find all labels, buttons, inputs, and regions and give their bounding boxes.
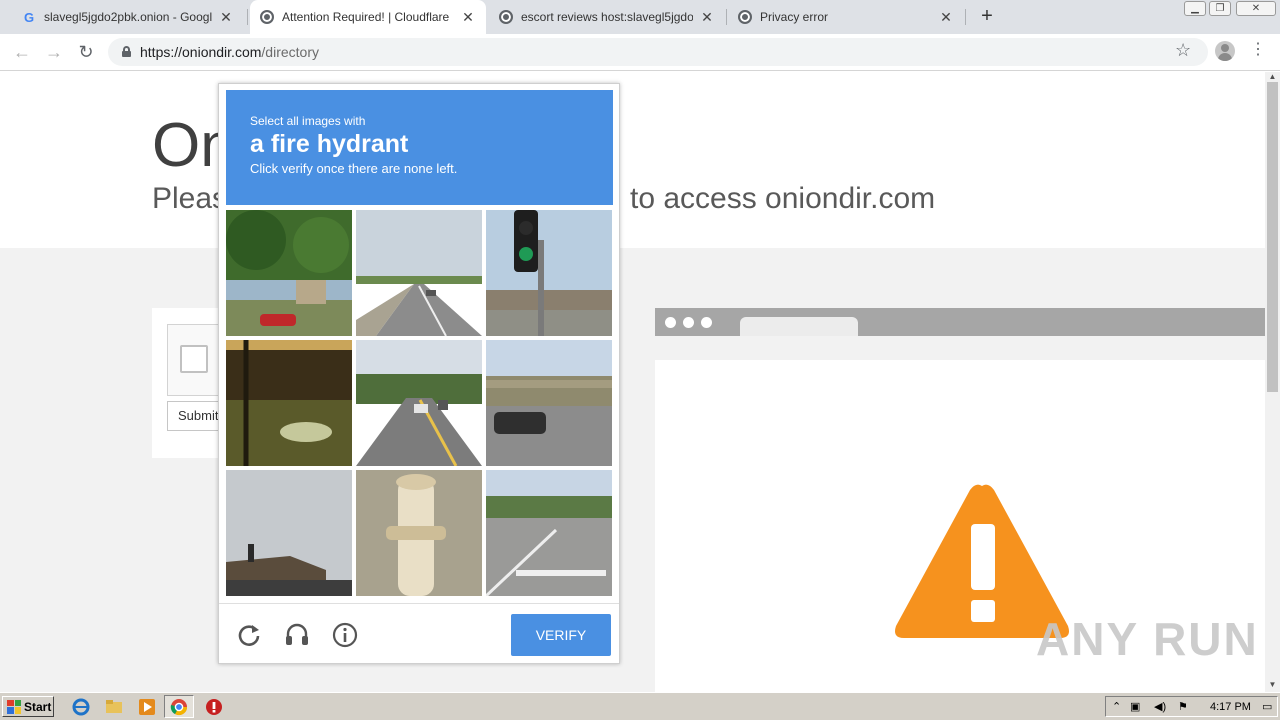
- chrome-taskbar-button[interactable]: [164, 695, 194, 718]
- volume-icon[interactable]: ◀): [1154, 700, 1166, 713]
- tab-privacy-error[interactable]: Privacy error ✕: [728, 0, 964, 34]
- tab-divider: [247, 9, 248, 25]
- show-desktop-icon[interactable]: ▭: [1262, 700, 1272, 713]
- tab-escort-reviews[interactable]: escort reviews host:slavegl5jgdo2pb ✕: [489, 0, 725, 34]
- globe-icon: [260, 10, 274, 24]
- verify-button[interactable]: VERIFY: [511, 614, 611, 656]
- tab-google-search[interactable]: G slavegl5jgdo2pbk.onion - Google Sea ✕: [12, 0, 244, 34]
- image-tile[interactable]: [226, 470, 352, 596]
- anyrun-watermark: ANY RUN: [1036, 613, 1259, 665]
- menu-kebab-icon[interactable]: ⋮: [1250, 42, 1266, 58]
- bookmark-star-icon[interactable]: ☆: [1175, 40, 1191, 61]
- subtitle-right: to access oniondir.com: [630, 182, 936, 215]
- illustration-dot: [683, 317, 694, 328]
- scroll-down-icon[interactable]: ▼: [1265, 680, 1280, 690]
- back-arrow-icon[interactable]: ←: [10, 40, 34, 64]
- system-tray: ⌃ ▣ ◀) ⚑ 4:17 PM ▭: [1105, 696, 1278, 717]
- browser-toolbar: ← → ↻ https://oniondir.com/directory: [0, 34, 1280, 71]
- globe-icon: [738, 10, 752, 24]
- media-player-icon[interactable]: [138, 698, 156, 716]
- tab-strip: G slavegl5jgdo2pbk.onion - Google Sea ✕ …: [0, 0, 1280, 34]
- info-icon[interactable]: [332, 622, 358, 648]
- close-icon[interactable]: ✕: [938, 9, 954, 26]
- flag-icon[interactable]: ⚑: [1178, 700, 1188, 713]
- challenge-instruction: Click verify once there are none left.: [250, 161, 458, 176]
- windows-logo-icon: [7, 699, 21, 714]
- close-icon[interactable]: ✕: [699, 9, 715, 26]
- image-tile[interactable]: [356, 210, 482, 336]
- url-host: https://oniondir.com: [140, 44, 262, 60]
- vertical-scrollbar[interactable]: ▲ ▼: [1265, 72, 1280, 692]
- file-explorer-icon[interactable]: [105, 698, 123, 716]
- url-path: /directory: [261, 44, 319, 60]
- clock: 4:17 PM: [1210, 701, 1251, 713]
- image-tile[interactable]: [486, 470, 612, 596]
- challenge-intro: Select all images with: [250, 114, 366, 128]
- illustration-dot: [701, 317, 712, 328]
- scroll-up-icon[interactable]: ▲: [1265, 72, 1280, 82]
- reload-icon[interactable]: ↻: [74, 40, 98, 64]
- profile-avatar-icon[interactable]: [1215, 41, 1235, 61]
- image-tile[interactable]: [226, 340, 352, 466]
- page-content: On Pleas to access oniondir.com Submit A…: [0, 72, 1265, 692]
- window-close-button[interactable]: ✕: [1236, 1, 1276, 16]
- page-header: On Pleas to access oniondir.com: [0, 72, 1265, 248]
- tab-title: escort reviews host:slavegl5jgdo2pb: [521, 10, 693, 24]
- url-text[interactable]: https://oniondir.com/directory: [140, 44, 319, 60]
- illustration-tab: [740, 317, 858, 336]
- windows-taskbar: Start ⌃ ▣ ◀) ⚑ 4:17 PM ▭: [0, 692, 1280, 720]
- recaptcha-challenge-dialog: Select all images with a fire hydrant Cl…: [218, 83, 620, 664]
- forward-arrow-icon[interactable]: →: [42, 40, 66, 64]
- start-label: Start: [24, 699, 52, 714]
- tab-divider: [726, 9, 727, 25]
- image-tile[interactable]: [356, 340, 482, 466]
- new-tab-button[interactable]: +: [976, 6, 998, 28]
- image-tile[interactable]: [356, 470, 482, 596]
- scroll-thumb[interactable]: [1267, 82, 1278, 392]
- google-icon: G: [23, 9, 35, 25]
- subtitle-left: Pleas: [152, 182, 228, 215]
- address-bar[interactable]: https://oniondir.com/directory: [108, 38, 1208, 66]
- challenge-header: Select all images with a fire hydrant Cl…: [226, 90, 613, 205]
- network-icon[interactable]: ▣: [1130, 700, 1140, 713]
- globe-icon: [499, 10, 513, 24]
- image-tile[interactable]: [486, 340, 612, 466]
- close-icon[interactable]: ✕: [218, 9, 234, 26]
- internet-explorer-icon[interactable]: [72, 698, 90, 716]
- lock-icon[interactable]: [122, 46, 131, 57]
- illustration-dot: [665, 317, 676, 328]
- recaptcha-checkbox[interactable]: [180, 345, 208, 373]
- image-tile[interactable]: [226, 210, 352, 336]
- challenge-target: a fire hydrant: [250, 130, 409, 158]
- image-grid: [226, 210, 613, 597]
- challenge-footer: VERIFY: [219, 603, 619, 663]
- reload-challenge-icon[interactable]: [236, 622, 262, 648]
- audio-headphones-icon[interactable]: [284, 622, 310, 648]
- tab-title: slavegl5jgdo2pbk.onion - Google Sea: [44, 10, 212, 24]
- chrome-icon: [170, 699, 188, 716]
- close-icon[interactable]: ✕: [460, 9, 476, 26]
- tab-title: Attention Required! | Cloudflare: [282, 10, 450, 24]
- tab-cloudflare[interactable]: Attention Required! | Cloudflare ✕: [250, 0, 486, 34]
- minimize-button[interactable]: ▁: [1184, 1, 1206, 16]
- stop-alert-icon[interactable]: [205, 698, 223, 716]
- restore-button[interactable]: ❐: [1209, 1, 1231, 16]
- image-tile[interactable]: [486, 210, 612, 336]
- tab-divider: [965, 9, 966, 25]
- tray-expand-icon[interactable]: ⌃: [1112, 700, 1121, 713]
- tab-title: Privacy error: [760, 10, 829, 24]
- start-button[interactable]: Start: [2, 696, 54, 717]
